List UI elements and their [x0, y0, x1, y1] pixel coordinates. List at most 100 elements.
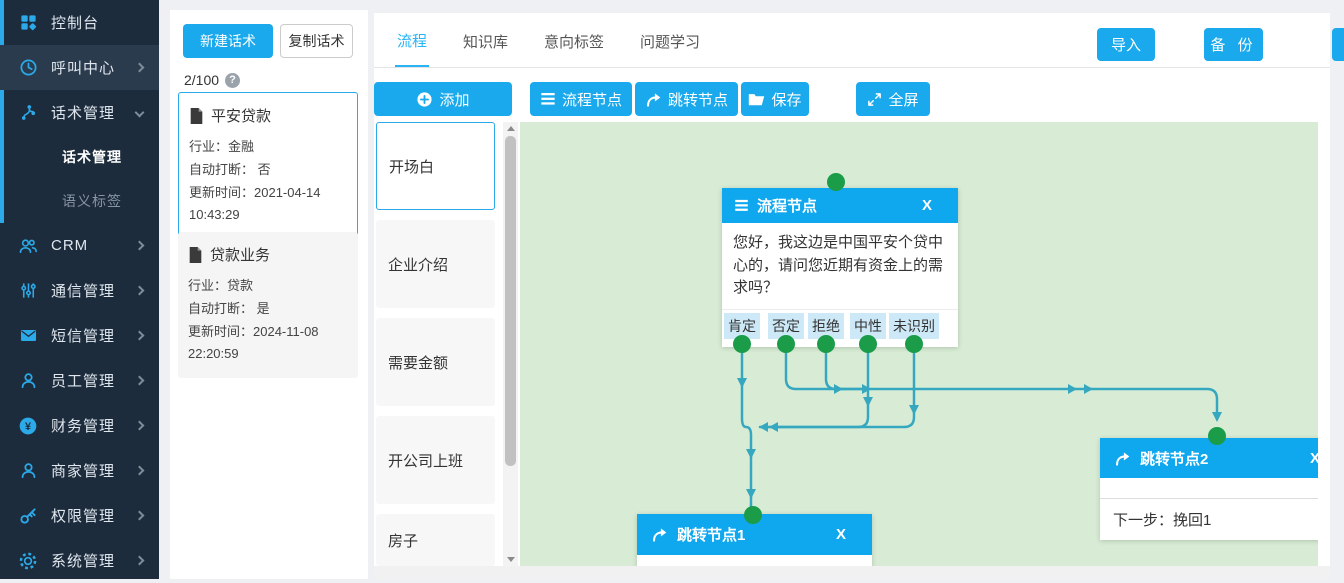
jump-node-1-card[interactable]: 跳转节点1 X — [637, 514, 872, 566]
sidebar: 控制台 呼叫中心 话术管理 话术管理 语义标签 CRM 通信管理 — [0, 0, 159, 579]
sidebar-item-label: 权限管理 — [51, 505, 115, 526]
node-list-item-house[interactable]: 房子 — [376, 514, 495, 566]
script-list-panel: 新建话术 复制话术 2/100 ? 平安贷款 行业：金融 自动打断： 否 更新时… — [170, 10, 368, 579]
script-card-title: 平安贷款 — [189, 105, 347, 126]
jump-node-1-header[interactable]: 跳转节点1 X — [637, 514, 872, 555]
script-card-industry: 行业：金融 — [189, 136, 347, 159]
sidebar-item-label: 话术管理 — [51, 102, 115, 123]
bottom-scroll-area — [374, 566, 1330, 579]
sidebar-item-sms[interactable]: 短信管理 — [0, 313, 159, 358]
folder-icon — [748, 92, 765, 106]
script-count: 2/100 ? — [184, 72, 240, 88]
canvas-toolbar: 添加 流程节点 跳转节点 保存 全屏 — [374, 82, 1330, 116]
chevron-right-icon — [135, 63, 145, 73]
jump-arrow-icon — [651, 527, 668, 542]
sidebar-item-permissions[interactable]: 权限管理 — [0, 493, 159, 538]
close-icon[interactable]: X — [922, 197, 946, 214]
sidebar-item-crm[interactable]: CRM — [0, 223, 159, 268]
dashboard-icon — [18, 13, 38, 33]
scrollbar-thumb[interactable] — [505, 136, 516, 466]
flow-node-card[interactable]: 流程节点 X 您好，我这边是中国平安个贷中心的，请问您近期有资金上的需求吗？ 肯… — [722, 188, 958, 347]
intent-chip-deny[interactable]: 否定 — [768, 313, 804, 339]
chevron-down-icon — [135, 108, 145, 118]
script-card-interrupt: 自动打断： 否 — [189, 159, 347, 182]
sidebar-item-call-center[interactable]: 呼叫中心 — [0, 45, 159, 90]
svg-text:¥: ¥ — [25, 420, 31, 432]
sidebar-subitem-script-management[interactable]: 话术管理 — [0, 135, 159, 179]
person-icon — [18, 371, 38, 391]
flow-canvas[interactable]: 流程节点 X 您好，我这边是中国平安个贷中心的，请问您近期有资金上的需求吗？ 肯… — [520, 122, 1318, 566]
sidebar-item-finance[interactable]: ¥ 财务管理 — [0, 403, 159, 448]
sidebar-subitem-semantic-tags[interactable]: 语义标签 — [0, 179, 159, 223]
jump-node-1-title: 跳转节点1 — [677, 524, 836, 545]
add-node-button[interactable]: 添加 — [374, 82, 512, 116]
node-list-item-amount-needed[interactable]: 需要金额 — [376, 318, 495, 406]
yuan-icon: ¥ — [18, 416, 38, 436]
cut-off-edge-button[interactable] — [1332, 28, 1344, 61]
node-list-item-business-job[interactable]: 开公司上班 — [376, 416, 495, 504]
flow-node-text[interactable]: 您好，我这边是中国平安个贷中心的，请问您近期有资金上的需求吗？ — [722, 223, 958, 309]
document-icon — [188, 247, 203, 263]
import-button[interactable]: 导入 — [1097, 28, 1155, 61]
script-card-title: 贷款业务 — [188, 244, 348, 265]
sidebar-item-label: CRM — [51, 237, 88, 254]
sidebar-item-dashboard[interactable]: 控制台 — [0, 0, 159, 45]
intent-chip-neutral[interactable]: 中性 — [850, 313, 886, 339]
new-script-button[interactable]: 新建话术 — [183, 24, 273, 58]
flow-node-button[interactable]: 流程节点 — [530, 82, 632, 116]
tab-knowledge-base[interactable]: 知识库 — [461, 14, 510, 66]
jump-node-2-next-step[interactable]: 下一步：挽回1 — [1100, 498, 1318, 540]
chevron-right-icon — [135, 421, 145, 431]
plus-circle-icon — [416, 91, 433, 108]
tab-intent-tags[interactable]: 意向标签 — [542, 14, 606, 66]
gear-icon — [18, 551, 38, 571]
chevron-right-icon — [135, 511, 145, 521]
intent-chip-affirm[interactable]: 肯定 — [724, 313, 760, 339]
node-list-item-opening[interactable]: 开场白 — [376, 122, 495, 210]
tab-bar: 流程 知识库 意向标签 问题学习 — [374, 13, 1330, 68]
chevron-right-icon — [135, 556, 145, 566]
intent-chip-reject[interactable]: 拒绝 — [808, 313, 844, 339]
sidebar-item-label: 呼叫中心 — [51, 57, 115, 78]
flow-node-header[interactable]: 流程节点 X — [722, 188, 958, 223]
help-icon[interactable]: ? — [225, 73, 240, 88]
intent-chip-unrecognized[interactable]: 未识别 — [889, 313, 939, 339]
users-icon — [18, 236, 38, 256]
sidebar-item-communication[interactable]: 通信管理 — [0, 268, 159, 313]
backup-button[interactable]: 备 份 — [1204, 28, 1263, 61]
save-button[interactable]: 保存 — [741, 82, 809, 116]
chevron-right-icon — [135, 466, 145, 476]
close-icon[interactable]: X — [836, 526, 858, 543]
sidebar-item-employees[interactable]: 员工管理 — [0, 358, 159, 403]
sidebar-item-label: 员工管理 — [51, 370, 115, 391]
jump-node-button[interactable]: 跳转节点 — [635, 82, 738, 116]
merchant-icon — [18, 461, 38, 481]
close-icon[interactable]: X — [1310, 450, 1318, 467]
chevron-right-icon — [135, 241, 145, 251]
document-icon — [189, 108, 204, 124]
sidebar-item-system[interactable]: 系统管理 — [0, 538, 159, 583]
tab-question-learning[interactable]: 问题学习 — [638, 14, 702, 66]
sidebar-item-merchants[interactable]: 商家管理 — [0, 448, 159, 493]
chevron-right-icon — [135, 331, 145, 341]
sidebar-item-label: 短信管理 — [51, 325, 115, 346]
tab-flow[interactable]: 流程 — [395, 13, 429, 67]
script-card-pingan[interactable]: 平安贷款 行业：金融 自动打断： 否 更新时间：2021-04-14 10:43… — [178, 92, 358, 240]
script-card-loan[interactable]: 贷款业务 行业：贷款 自动打断： 是 更新时间：2024-11-08 22:20… — [178, 232, 358, 378]
node-list-scrollbar[interactable] — [503, 122, 518, 566]
intent-chip-row: 肯定 否定 拒绝 中性 未识别 — [722, 309, 958, 347]
triangle-up-icon — [507, 126, 515, 131]
jump-node-1-body — [637, 555, 872, 566]
script-card-interrupt: 自动打断： 是 — [188, 298, 348, 321]
flow-node-title: 流程节点 — [757, 195, 922, 216]
copy-script-button[interactable]: 复制话术 — [280, 24, 353, 58]
jump-node-2-card[interactable]: 跳转节点2 X 下一步：挽回1 — [1100, 438, 1318, 540]
scroll-up-button[interactable] — [503, 122, 518, 135]
sidebar-item-script-management[interactable]: 话术管理 — [0, 90, 159, 135]
scroll-down-button[interactable] — [503, 553, 518, 566]
sidebar-item-label: 商家管理 — [51, 460, 115, 481]
jump-node-2-header[interactable]: 跳转节点2 X — [1100, 438, 1318, 478]
fullscreen-button[interactable]: 全屏 — [856, 82, 930, 116]
node-list-item-company-intro[interactable]: 企业介绍 — [376, 220, 495, 308]
mail-icon — [18, 326, 38, 346]
